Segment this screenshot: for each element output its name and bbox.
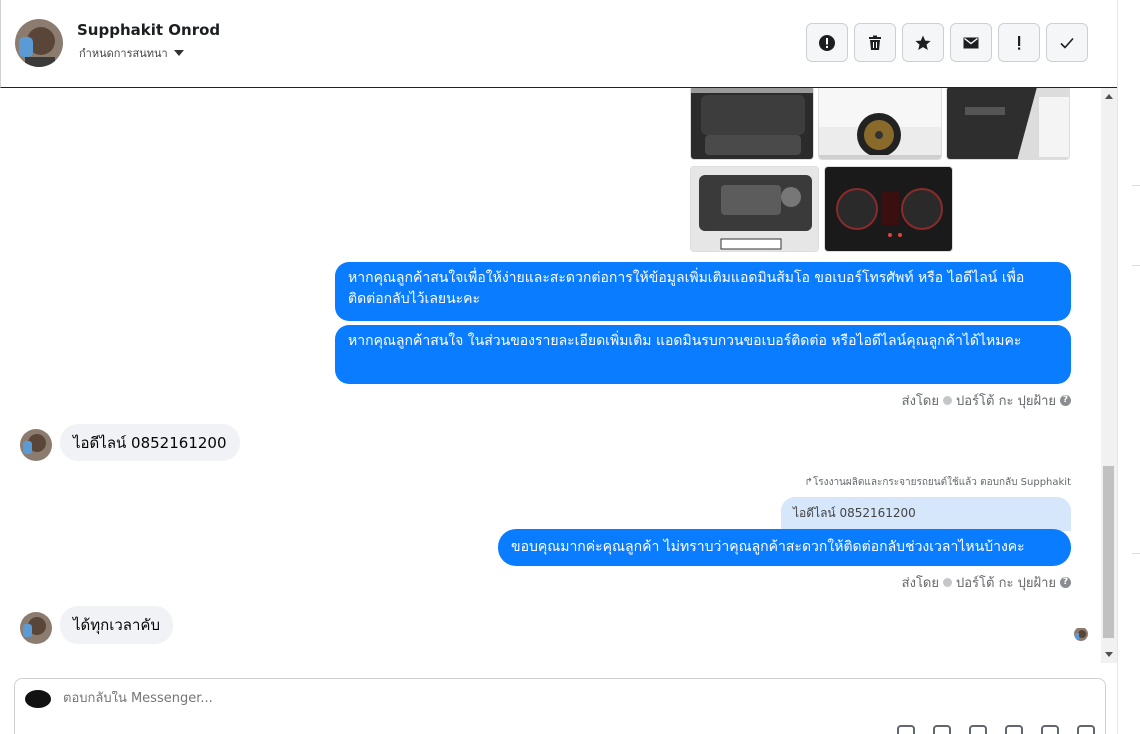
quoted-message[interactable]: ไอดีไลน์ 0852161200 <box>781 497 1071 531</box>
incoming-message[interactable]: ได้ทุกเวลาคับ <box>60 606 173 644</box>
contact-avatar[interactable] <box>15 19 63 67</box>
reply-input[interactable] <box>63 691 663 706</box>
gif-icon[interactable] <box>1041 725 1059 734</box>
assign-conversation-dropdown[interactable]: กำหนดการสนทนา <box>79 44 184 62</box>
attachment-icon[interactable] <box>933 725 951 734</box>
message-text: ขอบคุณมากค่ะคุณลูกค้า ไม่ทราบว่าคุณลูกค้… <box>511 539 1025 555</box>
sticker-icon[interactable] <box>897 725 915 734</box>
help-icon[interactable]: ? <box>1060 577 1071 588</box>
message-text: ได้ทุกเวลาคับ <box>73 616 160 634</box>
message-text: หากคุณลูกค้าสนใจเพื่อให้ง่ายและสะดวกต่อก… <box>348 270 1025 307</box>
exclamation-icon <box>1018 35 1021 50</box>
verified-dot-icon <box>943 578 952 587</box>
exclamation-circle-icon <box>819 34 835 51</box>
delete-button[interactable] <box>854 23 896 62</box>
car-photo-dashboard[interactable] <box>824 166 953 252</box>
reply-arrow-icon: ↱ <box>804 477 813 488</box>
outgoing-message[interactable]: ขอบคุณมากค่ะคุณลูกค้า ไม่ทราบว่าคุณลูกค้… <box>498 529 1071 566</box>
star-icon <box>915 35 931 50</box>
sent-by-info: ส่งโดย ปอร์โต้ กะ ปุยฝ้าย ? <box>902 390 1071 411</box>
reply-composer <box>14 678 1106 734</box>
sender-name[interactable]: ปอร์โต้ กะ ปุยฝ้าย <box>956 390 1056 411</box>
car-photo-rear-seats[interactable] <box>690 88 814 160</box>
inbox-conversation: Supphakit Onrod กำหนดการสนทนา หากคุณลูกค… <box>0 0 1140 734</box>
contact-avatar-small[interactable] <box>20 612 52 644</box>
page-logo <box>25 690 51 708</box>
outgoing-message[interactable]: หากคุณลูกค้าสนใจเพื่อให้ง่ายและสะดวกต่อก… <box>335 262 1071 321</box>
message-text: หากคุณลูกค้าสนใจ ในส่วนของรายละเอียดเพิ่… <box>348 333 1022 349</box>
contact-avatar-small[interactable] <box>20 429 52 461</box>
composer-tools <box>897 725 1095 734</box>
mark-important-button[interactable] <box>998 23 1040 62</box>
outgoing-message[interactable]: หากคุณลูกค้าสนใจ ในส่วนของรายละเอียดเพิ่… <box>335 325 1071 384</box>
report-spam-button[interactable] <box>806 23 848 62</box>
emoji-icon[interactable] <box>1005 725 1023 734</box>
help-icon[interactable]: ? <box>1060 395 1071 406</box>
message-text: ไอดีไลน์ 0852161200 <box>73 433 227 452</box>
sender-name[interactable]: ปอร์โต้ กะ ปุยฝ้าย <box>956 572 1056 593</box>
verified-dot-icon <box>943 396 952 405</box>
star-button[interactable] <box>902 23 944 62</box>
seen-indicator-avatar <box>1074 627 1088 641</box>
car-photo-wheel[interactable] <box>818 88 942 160</box>
reply-context-note: ↱โรงงานผลิตและกระจายรถยนต์ใช้แล้ว ตอบกลั… <box>804 477 1071 488</box>
caret-down-icon <box>173 50 184 56</box>
sent-by-info: ส่งโดย ปอร์โต้ กะ ปุยฝ้าย ? <box>902 572 1071 593</box>
check-icon <box>1060 37 1074 49</box>
right-panel-edge <box>1117 0 1140 734</box>
incoming-message[interactable]: ไอดีไลน์ 0852161200 <box>60 424 240 461</box>
header-actions <box>806 23 1088 62</box>
saved-reply-icon[interactable] <box>969 725 987 734</box>
assign-label: กำหนดการสนทนา <box>79 47 168 60</box>
thread-scrollbar[interactable] <box>1101 88 1117 663</box>
mark-done-button[interactable] <box>1046 23 1088 62</box>
conversation-header: Supphakit Onrod กำหนดการสนทนา <box>0 0 1117 88</box>
like-icon[interactable] <box>1077 725 1095 734</box>
trash-icon <box>869 35 881 50</box>
envelope-icon <box>963 37 979 48</box>
scroll-up-arrow-icon[interactable] <box>1105 94 1113 99</box>
car-photo-engine[interactable] <box>690 166 819 252</box>
contact-name[interactable]: Supphakit Onrod <box>77 21 220 39</box>
scroll-thumb[interactable] <box>1103 466 1114 638</box>
car-photo-door[interactable] <box>946 88 1070 160</box>
mark-unread-button[interactable] <box>950 23 992 62</box>
message-thread[interactable]: หากคุณลูกค้าสนใจเพื่อให้ง่ายและสะดวกต่อก… <box>0 88 1101 663</box>
scroll-down-arrow-icon[interactable] <box>1105 652 1113 657</box>
